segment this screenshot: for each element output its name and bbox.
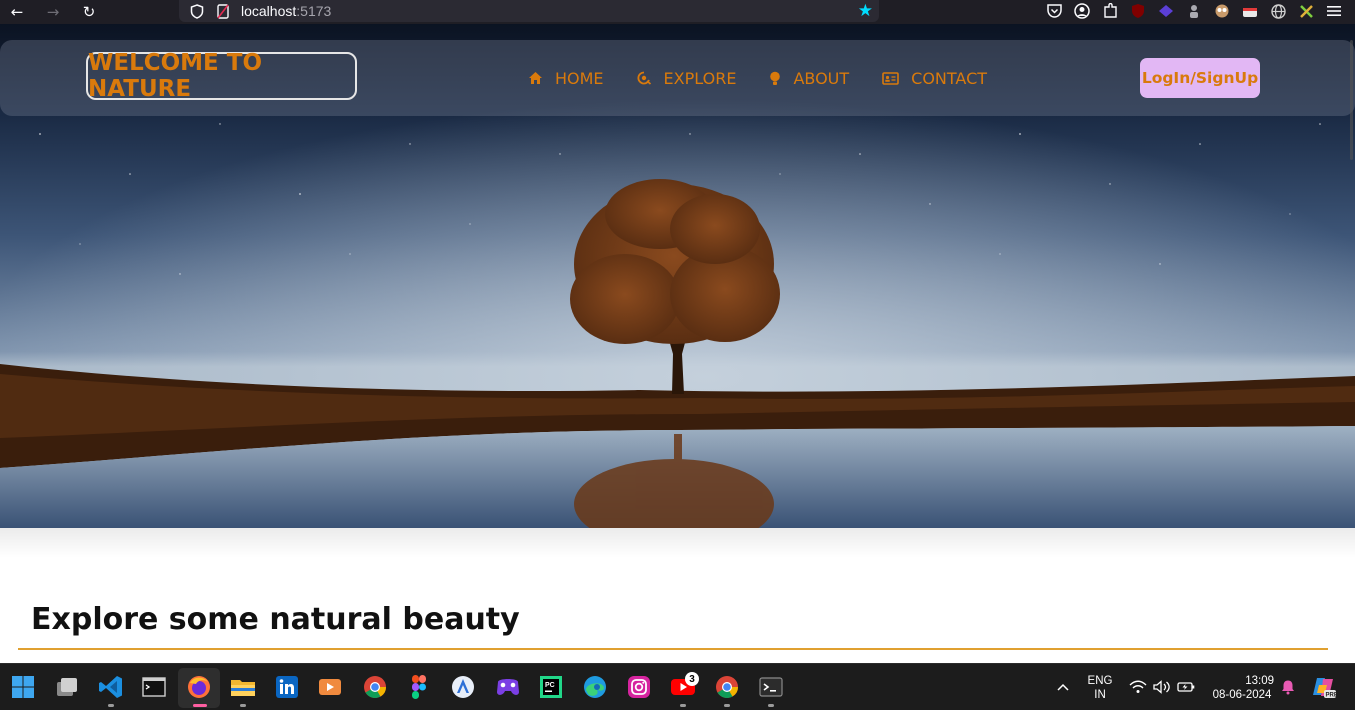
browser-toolbar: ← → ↻ localhost:5173 ★ [0, 0, 1355, 24]
page-viewport: WELCOME TO NATURE HOME EXPLORE ABOUT CON… [0, 24, 1355, 663]
brand-logo[interactable]: WELCOME TO NATURE [86, 50, 357, 102]
windows-start-icon[interactable] [9, 673, 37, 701]
app-store-icon[interactable] [449, 673, 477, 701]
command-prompt-icon[interactable] [140, 673, 168, 701]
nav-contact-label: CONTACT [911, 68, 988, 88]
page-info-icon[interactable] [215, 3, 231, 19]
pycharm-icon[interactable]: PC [537, 673, 565, 701]
copilot-icon[interactable]: PRE [1310, 673, 1338, 701]
menu-icon[interactable] [1325, 2, 1343, 20]
nav-contact[interactable]: CONTACT [882, 69, 987, 88]
instagram-icon[interactable] [625, 673, 653, 701]
explore-icon [637, 71, 651, 85]
edge-icon[interactable] [581, 673, 609, 701]
nav-explore[interactable]: EXPLORE [637, 68, 737, 88]
explorer-running-indicator [240, 704, 246, 707]
pocket-icon[interactable] [1045, 2, 1063, 20]
task-view-icon[interactable] [53, 673, 81, 701]
section-title: Explore some natural beauty [31, 602, 520, 637]
shield-icon[interactable] [189, 3, 205, 19]
game-pass-icon[interactable] [494, 673, 522, 701]
media-player-icon[interactable] [316, 673, 344, 701]
language-indicator[interactable]: ENG IN [1084, 674, 1116, 702]
svg-text:PC: PC [545, 682, 555, 689]
purple-extension-icon[interactable] [1157, 2, 1175, 20]
firefox-active-indicator [193, 704, 207, 707]
nav-home-label: HOME [555, 68, 604, 88]
figma-icon[interactable] [405, 673, 433, 701]
navbar: WELCOME TO NATURE HOME EXPLORE ABOUT CON… [0, 40, 1355, 116]
notification-bell-icon[interactable] [1274, 673, 1302, 701]
file-explorer-icon[interactable] [229, 673, 257, 701]
tools-extension-icon[interactable] [1297, 2, 1315, 20]
ublock-icon[interactable] [1129, 2, 1147, 20]
gift-extension-icon[interactable] [1241, 2, 1259, 20]
youtube-running-indicator [680, 704, 686, 707]
nav-explore-label: EXPLORE [663, 68, 737, 88]
url-text: localhost:5173 [241, 3, 332, 19]
section-divider [18, 648, 1328, 650]
chevron-up-icon[interactable] [1049, 673, 1077, 701]
login-signup-button[interactable]: LogIn/SignUp [1140, 58, 1260, 98]
owl-extension-icon[interactable] [1213, 2, 1231, 20]
page-scrollbar[interactable] [1350, 40, 1353, 160]
vscode-icon[interactable] [97, 673, 125, 701]
address-bar[interactable]: localhost:5173 ★ [179, 0, 879, 22]
bookmark-star-icon[interactable]: ★ [858, 1, 873, 21]
chrome-profile-running-indicator [724, 704, 730, 707]
bulb-icon [770, 71, 781, 85]
vscode-running-indicator [108, 704, 114, 707]
chrome-profile-icon[interactable] [713, 673, 741, 701]
hero-shadow [0, 528, 1355, 558]
firefox-icon[interactable] [185, 673, 213, 701]
youtube-notification-badge: 3 [685, 672, 699, 686]
terminal-running-indicator [768, 704, 774, 707]
contact-card-icon [882, 71, 899, 85]
nav-home[interactable]: HOME [528, 69, 604, 88]
reload-icon[interactable]: ↻ [78, 1, 100, 23]
battery-icon[interactable] [1172, 673, 1200, 701]
account-icon[interactable] [1073, 2, 1091, 20]
nav-links: HOME EXPLORE ABOUT CONTACT [528, 40, 1020, 116]
globe-extension-icon[interactable] [1269, 2, 1287, 20]
back-icon[interactable]: ← [6, 1, 28, 23]
taskbar: PC 3 ENG IN 13:09 08-06-2024 PRE [0, 663, 1355, 710]
chrome-icon[interactable] [361, 673, 389, 701]
windows-terminal-icon[interactable] [757, 673, 785, 701]
nav-about-label: ABOUT [793, 68, 850, 88]
nav-about[interactable]: ABOUT [769, 69, 849, 88]
linkedin-icon[interactable] [273, 673, 301, 701]
svg-text:PRE: PRE [1326, 693, 1338, 699]
spy-extension-icon[interactable] [1185, 2, 1203, 20]
forward-icon[interactable]: → [42, 1, 64, 23]
home-icon [529, 72, 542, 84]
extensions-icon[interactable] [1101, 2, 1119, 20]
clock[interactable]: 13:09 08-06-2024 [1204, 674, 1280, 702]
